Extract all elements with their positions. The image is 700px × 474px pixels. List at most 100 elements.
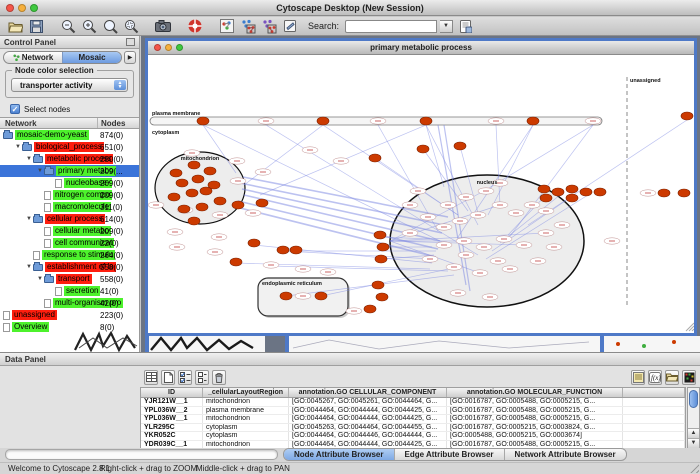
network-node[interactable]	[197, 117, 209, 125]
expander-icon[interactable]: ▼	[25, 156, 33, 162]
attribute-editor-icon[interactable]	[631, 370, 645, 385]
column-header[interactable]: _cellularLayoutRegion	[203, 388, 289, 397]
delete-attribute-icon[interactable]	[212, 370, 226, 385]
node-color-dropdown[interactable]: transporter activity ▲▼	[11, 78, 128, 92]
resize-grip[interactable]	[689, 463, 699, 473]
import-table-icon[interactable]	[144, 370, 158, 385]
search-config-icon[interactable]	[456, 18, 474, 35]
network-node[interactable]	[527, 117, 539, 125]
network-node[interactable]	[186, 189, 198, 197]
table-cell[interactable]: [GO:0005488, GO:0005215, GO:0003674]	[447, 432, 623, 440]
network-node[interactable]	[454, 142, 466, 150]
tree-row[interactable]: mosaic-demo-yeast874(0)	[0, 129, 139, 141]
table-row[interactable]: YLR295Ccytoplasm[GO:0045263, GO:0044464,…	[141, 424, 685, 433]
tree-row[interactable]: nucleobase-209(0)	[0, 177, 139, 189]
network-node[interactable]	[420, 117, 432, 125]
network-node[interactable]	[204, 167, 216, 175]
select-attributes-icon[interactable]	[178, 370, 192, 385]
table-cell[interactable]: YJR121W__1	[141, 398, 203, 406]
scroll-down-button[interactable]: ▼	[688, 438, 699, 448]
tab-network[interactable]: Network	[4, 52, 62, 63]
expander-icon[interactable]: ▼	[14, 144, 22, 150]
table-cell[interactable]: YDR039C__1	[141, 441, 203, 449]
expander-icon[interactable]: ▼	[25, 264, 33, 270]
network-node[interactable]	[192, 175, 204, 183]
tree-row[interactable]: ▼metabolic process280(0)	[0, 153, 139, 165]
network-node[interactable]	[176, 179, 188, 187]
table-cell[interactable]: [GO:0044464, GO:0044444, GO:0044425, G..…	[289, 415, 447, 423]
network-node[interactable]	[280, 292, 292, 300]
table-cell[interactable]: [GO:0016787, GO:0005215, GO:0003824, G..…	[447, 424, 623, 432]
network-node[interactable]	[540, 194, 552, 202]
network-node[interactable]	[374, 231, 386, 239]
tree-row[interactable]: ▼transport558(0)	[0, 273, 139, 285]
network-node[interactable]	[594, 188, 606, 196]
save-session-icon[interactable]	[27, 18, 45, 35]
table-cell[interactable]: YPL036W__2	[141, 407, 203, 415]
table-row[interactable]: YPL036W__1mitochondrion[GO:0044464, GO:0…	[141, 415, 685, 424]
open-session-icon[interactable]	[6, 18, 24, 35]
network-overview-icon[interactable]	[218, 18, 236, 35]
network-node[interactable]	[375, 255, 387, 263]
network-window-title-bar[interactable]: primary metabolic process	[148, 41, 694, 55]
zoom-fit-icon[interactable]	[101, 18, 119, 35]
background-window-fragment[interactable]	[600, 336, 700, 352]
table-row[interactable]: YJR121W__1mitochondrion[GO:0045267, GO:0…	[141, 398, 685, 407]
create-attribute-icon[interactable]	[161, 370, 175, 385]
network-node[interactable]	[230, 258, 242, 266]
network-node[interactable]	[681, 112, 693, 120]
network-node[interactable]	[196, 203, 208, 211]
background-window-fragment[interactable]	[285, 336, 600, 352]
scrollbar-thumb[interactable]	[689, 390, 698, 408]
expander-icon[interactable]: ▼	[36, 168, 44, 174]
apply-layout-icon[interactable]	[239, 18, 257, 35]
tree-column-headers[interactable]: Network Nodes	[0, 117, 139, 129]
network-node[interactable]	[170, 169, 182, 177]
table-cell[interactable]: mitochondrion	[203, 441, 289, 449]
tree-row[interactable]: ▼primary metabo209(...	[0, 165, 139, 177]
export-image-icon[interactable]	[154, 18, 172, 35]
network-node[interactable]	[168, 193, 180, 201]
tree-row[interactable]: cellular metabo209(0)	[0, 225, 139, 237]
tree-row[interactable]: ▼cellular process614(0)	[0, 213, 139, 225]
table-cell[interactable]: [GO:0016787, GO:0005488, GO:0005215, G..…	[447, 398, 623, 406]
table-cell[interactable]: [GO:0016787, GO:0005488, GO:0005215, G..…	[447, 415, 623, 423]
network-node[interactable]	[538, 185, 550, 193]
network-node[interactable]	[290, 246, 302, 254]
zoom-selected-icon[interactable]	[122, 18, 140, 35]
tree-row[interactable]: macromolecule311(0)	[0, 201, 139, 213]
table-cell[interactable]: YLR295C	[141, 424, 203, 432]
select-nodes-checkbox[interactable]: ✓	[10, 104, 20, 114]
search-dropdown-button[interactable]: ▼	[440, 20, 453, 33]
table-row[interactable]: YKR052Ccytoplasm[GO:0044464, GO:0044446,…	[141, 432, 685, 441]
column-header[interactable]: annotation.GO MOLECULAR_FUNCTION	[447, 388, 623, 397]
network-node[interactable]	[552, 188, 564, 196]
tree-row[interactable]: cell communicat22(0)	[0, 237, 139, 249]
tab-overflow-button[interactable]: ▶	[124, 51, 136, 64]
network-node[interactable]	[188, 217, 200, 225]
function-builder-icon[interactable]: f(x)	[648, 370, 662, 385]
birds-eye-view[interactable]	[73, 330, 139, 352]
tab-edge-attribute-browser[interactable]: Edge Attribute Browser	[395, 449, 505, 460]
import-attributes-icon[interactable]	[665, 370, 679, 385]
tab-network-attribute-browser[interactable]: Network Attribute Browser	[505, 449, 626, 460]
tree-row[interactable]: ▼establishment of lo558(0)	[0, 261, 139, 273]
column-header[interactable]	[623, 388, 685, 397]
network-node[interactable]	[678, 189, 690, 197]
network-node[interactable]	[377, 243, 389, 251]
expander-icon[interactable]: ▼	[36, 276, 44, 282]
expander-icon[interactable]: ▼	[25, 216, 33, 222]
network-node[interactable]	[566, 185, 578, 193]
table-scrollbar[interactable]: ▲ ▼	[687, 387, 700, 449]
table-cell[interactable]: mitochondrion	[203, 398, 289, 406]
network-node[interactable]	[317, 117, 329, 125]
table-cell[interactable]: YPL036W__1	[141, 415, 203, 423]
table-cell[interactable]: [GO:0045263, GO:0044464, GO:0044455, G..…	[289, 424, 447, 432]
table-cell[interactable]: YKR052C	[141, 432, 203, 440]
tree-row[interactable]: nitrogen compo209(0)	[0, 189, 139, 201]
column-header[interactable]: annotation.GO CELLULAR_COMPONENT	[289, 388, 447, 397]
matrix-view-icon[interactable]	[682, 370, 696, 385]
network-edge[interactable]	[244, 125, 323, 185]
network-node[interactable]	[178, 205, 190, 213]
network-node[interactable]	[364, 305, 376, 313]
